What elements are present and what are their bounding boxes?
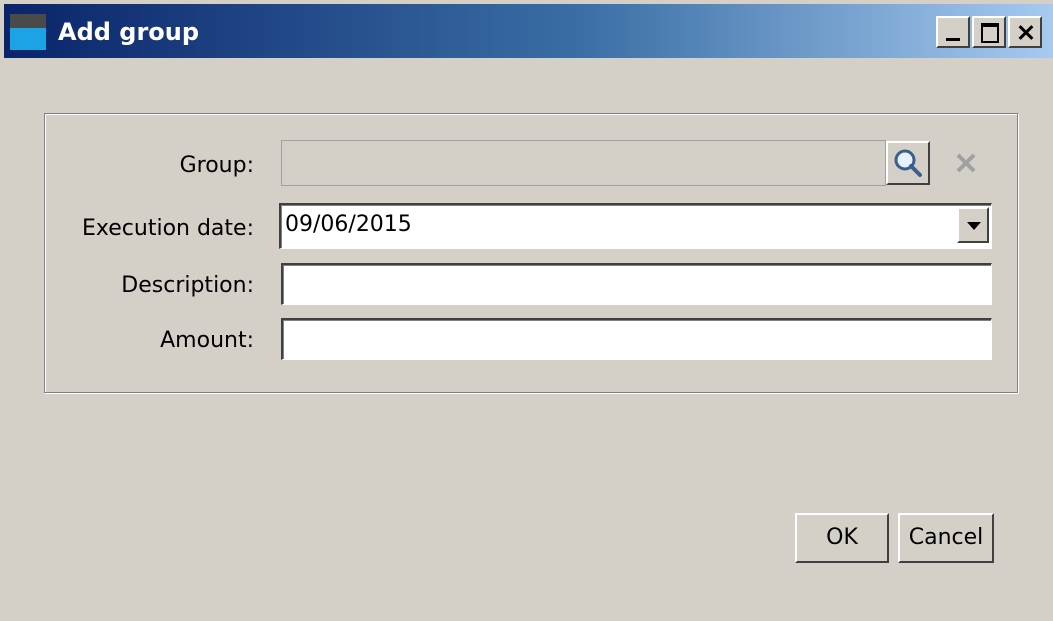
clear-button <box>944 141 988 185</box>
maximize-button[interactable] <box>972 16 1006 48</box>
app-icon <box>10 14 46 50</box>
description-label: Description: <box>121 273 254 298</box>
amount-input[interactable] <box>281 318 992 360</box>
execution-date-dropdown[interactable]: 09/06/2015 <box>279 203 992 249</box>
group-field <box>281 140 886 186</box>
clear-x-icon <box>956 153 976 173</box>
amount-label: Amount: <box>160 328 254 353</box>
dropdown-arrow-icon[interactable] <box>957 207 989 243</box>
window-title: Add group <box>58 18 200 46</box>
execution-date-label: Execution date: <box>82 216 254 241</box>
cancel-button[interactable]: Cancel <box>898 513 994 563</box>
title-bar[interactable]: Add group <box>4 4 1053 58</box>
close-button[interactable] <box>1008 16 1042 48</box>
search-button[interactable] <box>886 141 930 185</box>
execution-date-value: 09/06/2015 <box>285 212 412 237</box>
ok-button[interactable]: OK <box>795 513 889 563</box>
minimize-button[interactable] <box>936 16 970 48</box>
search-icon <box>894 149 922 177</box>
group-label: Group: <box>179 153 254 178</box>
description-input[interactable] <box>281 263 992 305</box>
